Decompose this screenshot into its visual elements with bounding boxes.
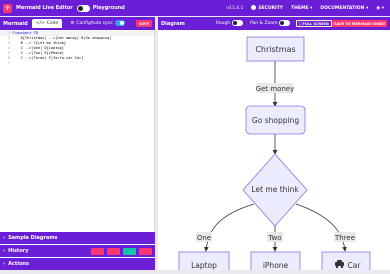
tab-code[interactable]: </> Code <box>31 19 63 28</box>
playground-toggle[interactable] <box>76 4 90 12</box>
code-text: C -->|One| D[Laptop] <box>12 46 64 50</box>
github-icon[interactable]: ◉ ▾ <box>376 6 384 11</box>
editor-sections: › Sample Diagrams › History › Actions <box>0 231 155 270</box>
node-iphone-label: iPhone <box>263 261 289 270</box>
node-go-shopping-label: Go shopping <box>252 116 299 125</box>
code-line[interactable]: 7 <box>0 61 154 66</box>
edge-think-car <box>295 203 348 252</box>
node-car-label: Car <box>348 261 362 270</box>
diagram-panel-title: Diagram <box>161 20 185 27</box>
rough-control: Rough <box>216 20 244 26</box>
node-laptop-label: Laptop <box>191 261 217 270</box>
shield-icon <box>251 5 257 10</box>
pan-zoom-control: Pan & Zoom <box>250 20 291 26</box>
diagram-canvas[interactable]: Get money One Two Three Christmas Go sho… <box>158 30 390 274</box>
code-text: flowchart TD <box>12 31 38 35</box>
edge-label-two: Two <box>267 234 281 242</box>
history-saved-button[interactable] <box>107 248 120 255</box>
diagram-panel: Diagram Rough Pan & Zoom ⛶ FULL SCREEN SA… <box>158 17 390 274</box>
section-history[interactable]: › History <box>0 244 155 257</box>
theme-menu[interactable]: THEME ▾ <box>291 6 312 11</box>
rough-label: Rough <box>216 20 231 26</box>
mermaid-logo-icon[interactable]: ♆ <box>3 3 12 13</box>
rough-toggle[interactable] <box>232 20 244 26</box>
gear-icon: ⚙ <box>70 21 75 26</box>
code-text: C -->|Three| F[fa:fa-car Car] <box>12 56 84 60</box>
diagram-header: Diagram Rough Pan & Zoom ⛶ FULL SCREEN SA… <box>158 17 390 30</box>
history-clear-button[interactable] <box>139 248 152 255</box>
app-title: Mermaid Live Editor <box>16 5 73 11</box>
editor-panel-title: Mermaid <box>3 20 28 27</box>
code-text: A[Christmas] -->|Get money| B(Go shoppin… <box>12 36 112 40</box>
pan-zoom-toggle[interactable] <box>279 20 291 26</box>
history-timeline-button[interactable] <box>91 248 104 255</box>
autosync-label: Auto sync <box>90 20 113 26</box>
node-let-me-think-label: Let me think <box>251 185 299 194</box>
expand-icon: ⛶ <box>299 21 302 26</box>
app-header: ♆ Mermaid Live Editor Playground v11.4.1… <box>0 0 390 16</box>
node-car[interactable] <box>321 251 371 274</box>
editor-save-button[interactable]: SAVE <box>135 20 152 27</box>
chevron-right-icon: › <box>3 235 6 241</box>
node-christmas-label: Christmas <box>255 45 295 54</box>
section-actions[interactable]: › Actions <box>0 257 155 270</box>
security-button[interactable]: SECURITY <box>251 5 283 11</box>
section-sample-diagrams[interactable]: › Sample Diagrams <box>0 231 155 244</box>
code-text: B --> C{Let me think} <box>12 41 67 45</box>
save-to-mermaid-chart-button[interactable]: SAVE TO MERMAID CHART <box>332 20 388 27</box>
playground-label: Playground <box>92 5 125 11</box>
editor-header: Mermaid </> Code ⚙ Config Auto sync SAVE <box>0 17 155 30</box>
autosync-control: Auto sync <box>91 20 125 26</box>
edge-think-laptop <box>203 203 255 252</box>
code-editor[interactable]: 1 flowchart TD 2 A[Christmas] -->|Get mone… <box>0 30 155 246</box>
pan-zoom-label: Pan & Zoom <box>250 20 278 26</box>
flowchart-svg: Get money One Two Three Christmas Go sho… <box>178 36 371 274</box>
code-icon: </> <box>35 21 45 26</box>
version-label: v11.4.1 <box>226 5 244 11</box>
documentation-menu[interactable]: DOCUMENTATION ▾ <box>320 6 368 11</box>
autosync-toggle[interactable] <box>115 20 125 26</box>
edge-label-one: One <box>197 234 211 242</box>
chevron-right-icon: › <box>3 248 6 254</box>
edge-label-three: Three <box>334 234 355 242</box>
chevron-right-icon: › <box>3 261 6 267</box>
code-text: C -->|Two| E[iPhone] <box>12 51 64 55</box>
fullscreen-button[interactable]: ⛶ FULL SCREEN <box>296 20 332 27</box>
line-number: 7 <box>7 61 10 65</box>
edge-label-get-money: Get money <box>256 85 295 93</box>
history-save-button[interactable] <box>123 248 136 255</box>
editor-panel: Mermaid </> Code ⚙ Config Auto sync SAVE 1… <box>0 17 155 270</box>
